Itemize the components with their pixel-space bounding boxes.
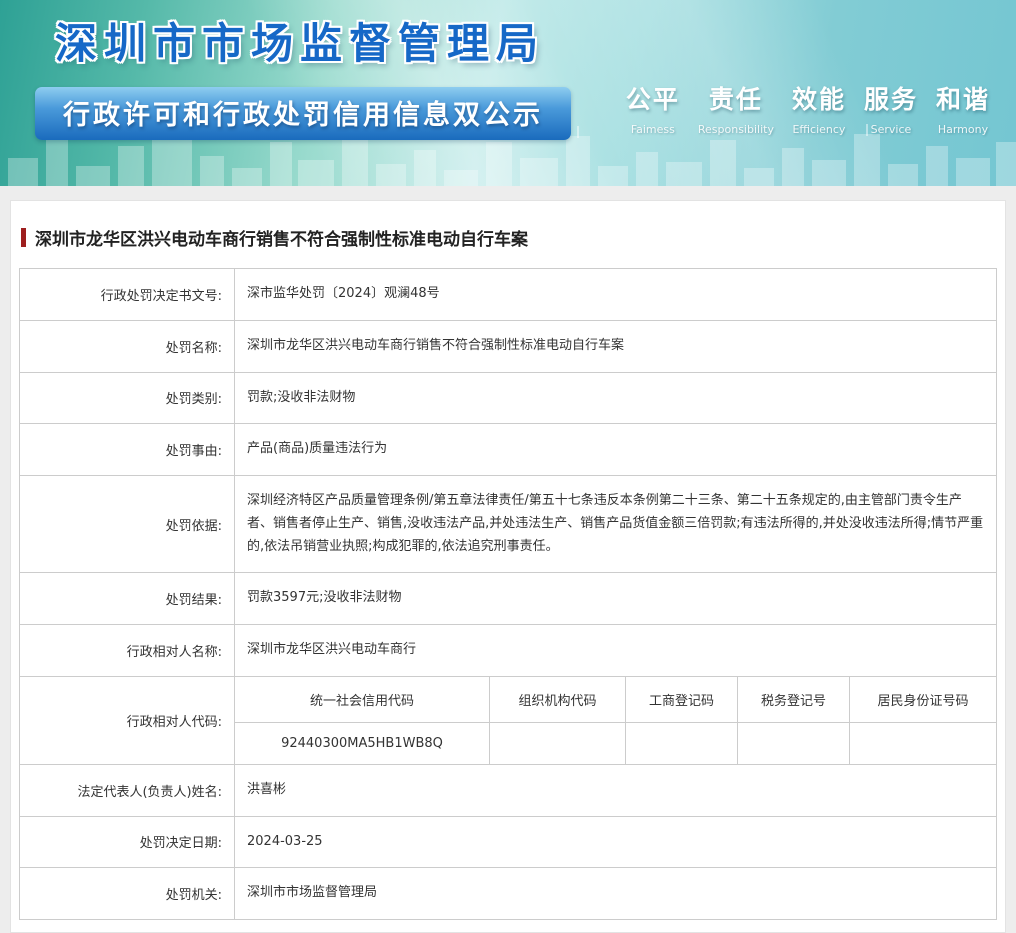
code-value (489, 721, 626, 765)
slogan-item: 责任 Responsibility (698, 80, 774, 136)
table-row: 法定代表人(负责人)姓名: 洪喜彬 (19, 763, 997, 817)
row-value: 深市监华处罚〔2024〕观澜48号 (234, 268, 997, 321)
row-label: 法定代表人(负责人)姓名: (19, 763, 235, 817)
table-row: 行政相对人名称: 深圳市龙华区洪兴电动车商行 (19, 624, 997, 677)
code-value (625, 721, 738, 765)
row-label: 行政处罚决定书文号: (19, 268, 235, 321)
row-value: 洪喜彬 (234, 763, 997, 817)
code-value: 92440300MA5HB1WB8Q (234, 721, 490, 765)
slogan-en: Efficiency (792, 123, 846, 136)
table-row: 处罚机关: 深圳市市场监督管理局 (19, 867, 997, 920)
row-label: 处罚依据: (19, 474, 235, 574)
slogan-cn: 责任 (708, 85, 763, 114)
slogan-cn: 服务 (863, 85, 918, 114)
slogan-item: 和谐 Harmony (936, 80, 990, 136)
row-label: 行政相对人名称: (19, 624, 235, 677)
slogan-en: Service (870, 123, 912, 136)
page-title: 深圳市龙华区洪兴电动车商行销售不符合强制性标准电动自行车案 (35, 230, 528, 250)
slogan-en: Faimess (630, 123, 675, 136)
slogan: 公平 Faimess 责任 Responsibility 效能 Efficien… (626, 80, 990, 136)
content-panel: 深圳市龙华区洪兴电动车商行销售不符合强制性标准电动自行车案 行政处罚决定书文号:… (10, 200, 1006, 933)
slogan-item: 公平 Faimess (626, 80, 680, 136)
row-label: 处罚事由: (19, 423, 235, 476)
row-label: 行政相对人代码: (19, 675, 235, 765)
title-accent-bar (21, 228, 26, 247)
code-column-header: 居民身份证号码 (849, 675, 997, 723)
row-label: 处罚机关: (19, 867, 235, 920)
row-label: 处罚结果: (19, 572, 235, 625)
table-row: 处罚类别: 罚款;没收非法财物 (19, 371, 997, 425)
slogan-item: 效能 Efficiency (792, 80, 846, 136)
banner-subtitle: 行政许可和行政处罚信用信息双公示 (35, 87, 571, 140)
party-code-header-row: 行政相对人代码: 统一社会信用代码 组织机构代码 工商登记码 税务登记号 居民身… (19, 675, 997, 765)
table-row: 处罚决定日期: 2024-03-25 (19, 815, 997, 869)
code-column-header: 组织机构代码 (489, 675, 626, 723)
site-title: 深圳市市场监督管理局 (55, 19, 546, 68)
row-value: 2024-03-25 (234, 815, 997, 869)
table-row: 处罚名称: 深圳市龙华区洪兴电动车商行销售不符合强制性标准电动自行车案 (19, 319, 997, 373)
code-value (849, 721, 997, 765)
row-value: 深圳市龙华区洪兴电动车商行销售不符合强制性标准电动自行车案 (234, 319, 997, 373)
slogan-item: 服务 Service (864, 80, 918, 136)
header-banner: 深圳市市场监督管理局 行政许可和行政处罚信用信息双公示 公平 Faimess 责… (0, 0, 1016, 186)
penalty-info-table: 行政处罚决定书文号: 深市监华处罚〔2024〕观澜48号 处罚名称: 深圳市龙华… (19, 268, 997, 920)
code-value (737, 721, 850, 765)
table-row: 处罚事由: 产品(商品)质量违法行为 (19, 423, 997, 476)
row-label: 处罚名称: (19, 319, 235, 373)
slogan-cn: 效能 (791, 85, 846, 114)
slogan-cn: 和谐 (935, 85, 990, 114)
row-label: 处罚决定日期: (19, 815, 235, 869)
code-column-header: 工商登记码 (625, 675, 738, 723)
row-value: 深圳市龙华区洪兴电动车商行 (234, 624, 997, 677)
row-value: 罚款3597元;没收非法财物 (234, 572, 997, 625)
table-row: 处罚依据: 深圳经济特区产品质量管理条例/第五章法律责任/第五十七条违反本条例第… (19, 474, 997, 574)
table-row: 处罚结果: 罚款3597元;没收非法财物 (19, 572, 997, 625)
table-row: 行政处罚决定书文号: 深市监华处罚〔2024〕观澜48号 (19, 268, 997, 321)
slogan-en: Responsibility (697, 123, 774, 136)
case-title-row: 深圳市龙华区洪兴电动车商行销售不符合强制性标准电动自行车案 (19, 221, 997, 268)
row-value: 产品(商品)质量违法行为 (234, 423, 997, 476)
row-label: 处罚类别: (19, 371, 235, 425)
row-value: 深圳市市场监督管理局 (234, 867, 997, 920)
row-value: 罚款;没收非法财物 (234, 371, 997, 425)
row-value: 深圳经济特区产品质量管理条例/第五章法律责任/第五十七条违反本条例第二十三条、第… (234, 474, 997, 574)
code-column-header: 税务登记号 (737, 675, 850, 723)
slogan-en: Harmony (937, 123, 989, 136)
slogan-cn: 公平 (625, 85, 680, 114)
code-column-header: 统一社会信用代码 (234, 675, 490, 723)
